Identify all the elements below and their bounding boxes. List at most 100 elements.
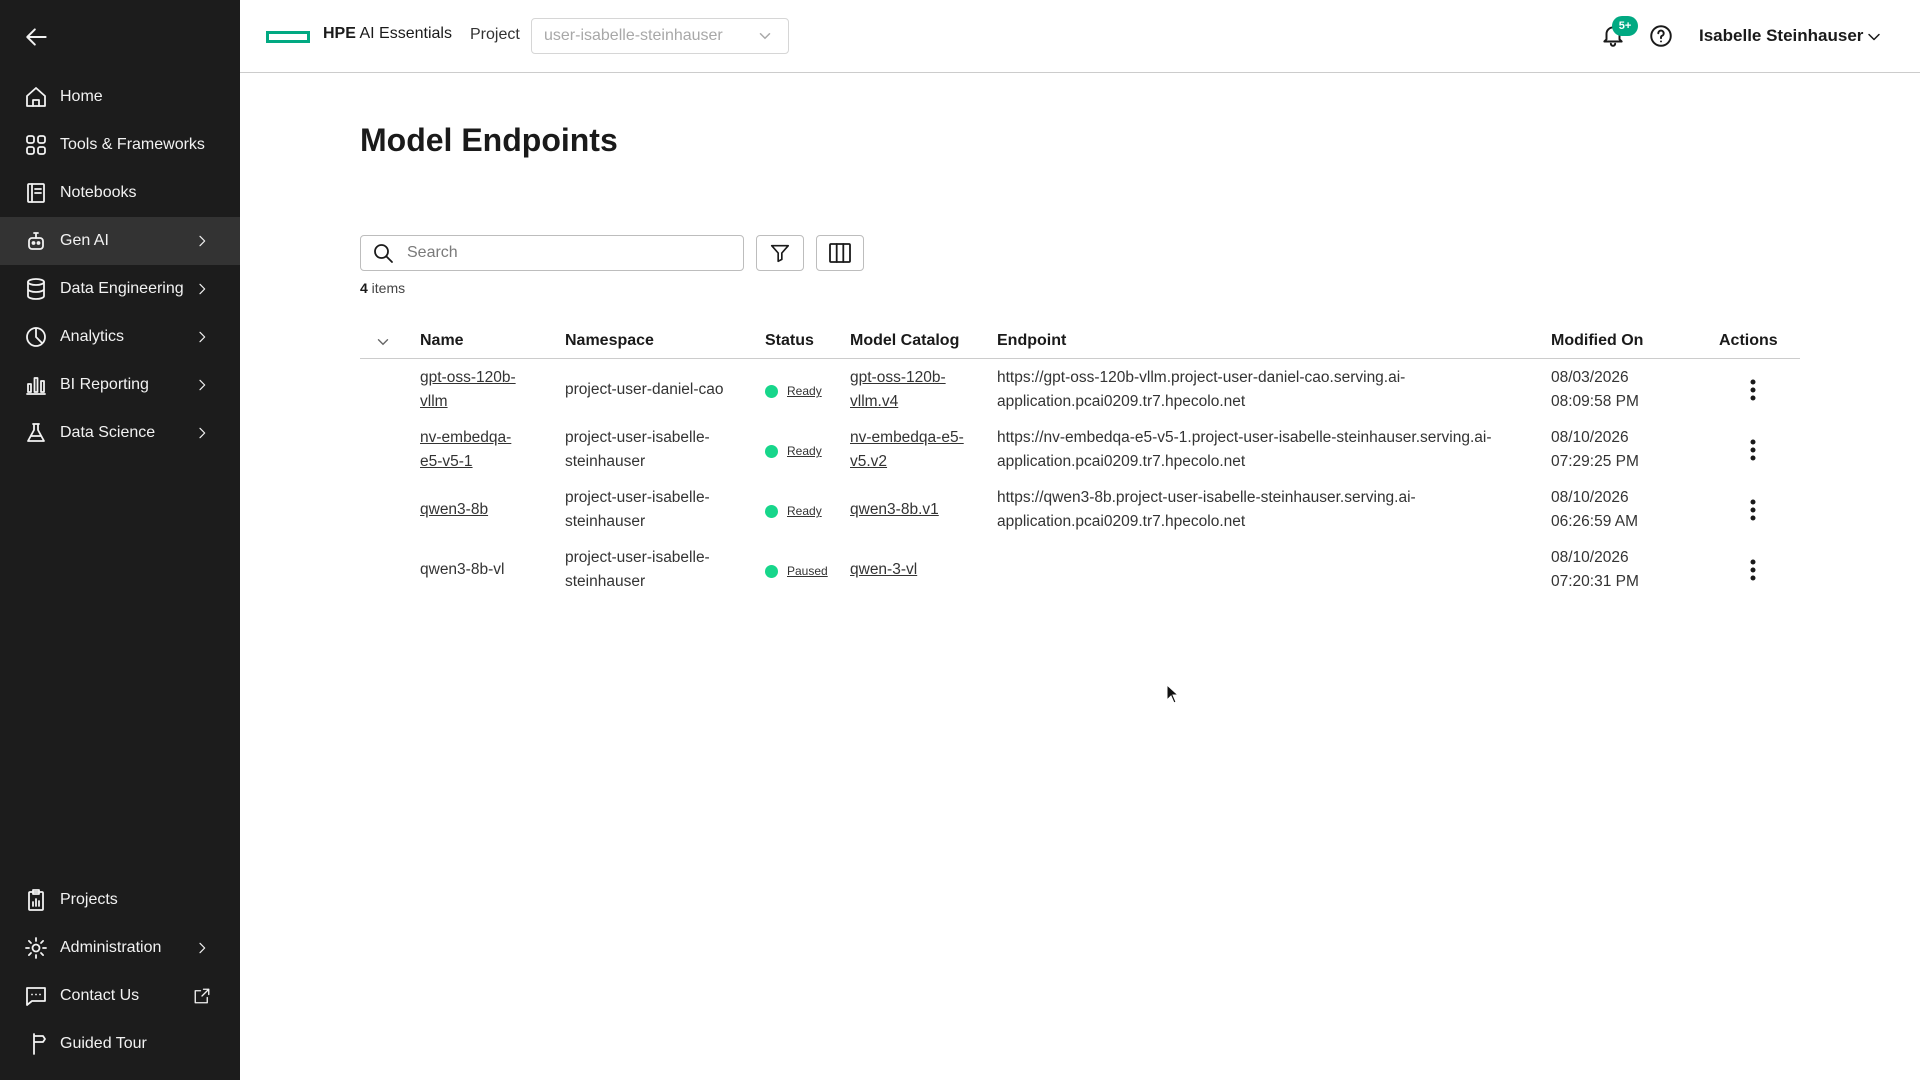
row-name-link[interactable]: qwen3-8b xyxy=(420,498,488,522)
status-badge[interactable]: Ready xyxy=(765,504,822,518)
status-dot xyxy=(765,444,778,458)
sidebar-item-label: Tools & Frameworks xyxy=(60,136,205,153)
expand-all-toggle[interactable] xyxy=(374,333,392,356)
notification-badge: 5+ xyxy=(1612,16,1638,36)
filter-icon xyxy=(770,244,790,263)
status-label[interactable]: Paused xyxy=(787,564,828,578)
sidebar-item-gen-ai[interactable]: Gen AI xyxy=(0,217,240,265)
status-label[interactable]: Ready xyxy=(787,384,822,398)
chevron-right-icon xyxy=(192,231,212,251)
column-header-status[interactable]: Status xyxy=(765,332,814,350)
sidebar-item-bi-reporting[interactable]: BI Reporting xyxy=(0,361,240,409)
row-actions-button[interactable] xyxy=(1741,378,1765,402)
sidebar-item-analytics[interactable]: Analytics xyxy=(0,313,240,361)
modified-time: 08:09:58 PM xyxy=(1551,393,1639,410)
sidebar-item-notebooks[interactable]: Notebooks xyxy=(0,169,240,217)
column-header-name[interactable]: Name xyxy=(420,332,464,350)
namespace-line: steinhauser xyxy=(565,513,646,530)
status-badge[interactable]: Ready xyxy=(765,444,822,458)
table-header: Name Namespace Status Model Catalog Endp… xyxy=(360,325,1800,359)
catalog-line: qwen3-8b.v1 xyxy=(850,501,939,518)
sidebar-item-administration[interactable]: Administration xyxy=(0,924,240,972)
row-actions-button[interactable] xyxy=(1741,558,1765,582)
row-catalog-link[interactable]: gpt-oss-120b-vllm.v4 xyxy=(850,366,946,414)
status-dot xyxy=(765,384,778,398)
endpoint-line: application.pcai0209.tr7.hpecolo.net xyxy=(997,453,1246,470)
app-title[interactable]: HPE AI Essentials xyxy=(323,25,452,43)
column-header-endpoint[interactable]: Endpoint xyxy=(997,332,1066,350)
column-header-model-catalog[interactable]: Model Catalog xyxy=(850,332,959,350)
filter-button[interactable] xyxy=(756,235,804,271)
page-title: Model Endpoints xyxy=(360,122,618,158)
row-namespace: project-user-isabelle-steinhauser xyxy=(565,546,710,594)
column-header-namespace[interactable]: Namespace xyxy=(565,332,654,350)
row-name: qwen3-8b-vl xyxy=(420,558,504,582)
row-modified-on: 08/03/2026 08:09:58 PM xyxy=(1551,366,1639,414)
help-button[interactable] xyxy=(1648,23,1674,49)
modified-time: 07:20:31 PM xyxy=(1551,573,1639,590)
project-select-value: user-isabelle-steinhauser xyxy=(544,27,723,44)
items-count: 4 items xyxy=(360,280,405,296)
search-input[interactable] xyxy=(407,244,727,262)
chevron-down-icon[interactable] xyxy=(1864,27,1884,47)
status-label[interactable]: Ready xyxy=(787,444,822,458)
chevron-right-icon xyxy=(192,938,212,958)
signpost-icon xyxy=(24,1032,48,1056)
row-catalog-link[interactable]: qwen-3-vl xyxy=(850,558,917,582)
sidebar-item-projects[interactable]: Projects xyxy=(0,876,240,924)
row-name-link[interactable]: nv-embedqa-e5-v5-1 xyxy=(420,426,511,474)
row-actions-button[interactable] xyxy=(1741,498,1765,522)
bar-chart-icon xyxy=(24,373,48,397)
row-catalog-link[interactable]: nv-embedqa-e5- v5.v2 xyxy=(850,426,964,474)
sidebar-item-tools-frameworks[interactable]: Tools & Frameworks xyxy=(0,121,240,169)
status-dot xyxy=(765,564,778,578)
sidebar-item-label: Home xyxy=(60,88,103,105)
row-modified-on: 08/10/2026 07:20:31 PM xyxy=(1551,546,1639,594)
sidebar-item-label: Notebooks xyxy=(60,184,137,201)
column-header-modified-on[interactable]: Modified On xyxy=(1551,332,1643,350)
catalog-line: vllm.v4 xyxy=(850,393,899,410)
columns-button[interactable] xyxy=(816,235,864,271)
sidebar-item-data-engineering[interactable]: Data Engineering xyxy=(0,265,240,313)
sidebar-item-home[interactable]: Home xyxy=(0,73,240,121)
help-circle-icon xyxy=(1650,25,1672,47)
row-name-link[interactable]: gpt-oss-120b-vllm xyxy=(420,366,516,414)
namespace-line: project-user-daniel-cao xyxy=(565,381,724,398)
back-button[interactable] xyxy=(22,22,52,52)
chevron-down-icon xyxy=(377,339,389,346)
status-badge[interactable]: Ready xyxy=(765,384,822,398)
status-dot xyxy=(765,504,778,518)
sidebar-item-data-science[interactable]: Data Science xyxy=(0,409,240,457)
sidebar-item-label: Data Science xyxy=(60,424,156,441)
chevron-right-icon xyxy=(192,279,212,299)
row-actions-button[interactable] xyxy=(1741,438,1765,462)
endpoint-line: https://gpt-oss-120b-vllm.project-user-d… xyxy=(997,369,1406,386)
sidebar-item-contact-us[interactable]: Contact Us xyxy=(0,972,240,1020)
robot-icon xyxy=(24,229,48,253)
modified-date: 08/10/2026 xyxy=(1551,489,1629,506)
arrow-left-icon xyxy=(26,28,47,46)
sidebar-item-label: Administration xyxy=(60,939,162,956)
endpoint-line: application.pcai0209.tr7.hpecolo.net xyxy=(997,513,1246,530)
sidebar-item-guided-tour[interactable]: Guided Tour xyxy=(0,1020,240,1068)
catalog-line: qwen-3-vl xyxy=(850,561,918,578)
status-badge[interactable]: Paused xyxy=(765,564,828,578)
modified-time: 06:26:59 AM xyxy=(1551,513,1639,530)
sidebar-item-label: Guided Tour xyxy=(60,1035,147,1052)
row-catalog-link[interactable]: qwen3-8b.v1 xyxy=(850,498,939,522)
status-label[interactable]: Ready xyxy=(787,504,822,518)
row-modified-on: 08/10/2026 06:26:59 AM xyxy=(1551,486,1638,534)
table-row: qwen3-8b project-user-isabelle-steinhaus… xyxy=(360,480,1800,540)
table-row: nv-embedqa-e5-v5-1 project-user-isabelle… xyxy=(360,420,1800,480)
catalog-line: v5.v2 xyxy=(850,453,888,470)
project-select[interactable]: user-isabelle-steinhauser xyxy=(531,18,789,54)
sidebar-item-label: Gen AI xyxy=(60,232,109,249)
search-box[interactable] xyxy=(360,235,744,271)
search-icon xyxy=(374,244,393,263)
notebook-icon xyxy=(24,181,48,205)
namespace-line: steinhauser xyxy=(565,573,646,590)
column-header-actions: Actions xyxy=(1719,332,1778,349)
user-menu[interactable]: Isabelle Steinhauser xyxy=(1699,26,1863,46)
brand-rest: AI Essentials xyxy=(355,25,452,42)
top-header: HPE AI Essentials Project user-isabelle-… xyxy=(240,0,1920,73)
